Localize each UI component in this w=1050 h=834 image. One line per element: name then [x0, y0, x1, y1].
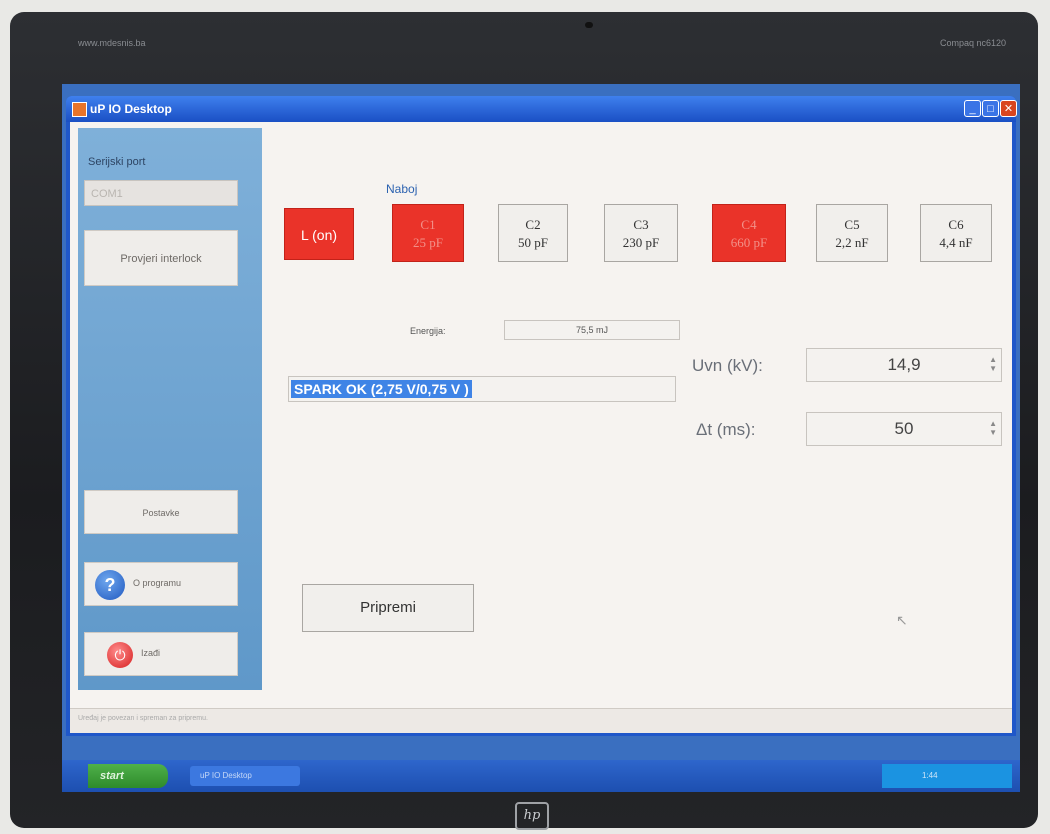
- status-message: SPARK OK (2,75 V/0,75 V ): [291, 380, 472, 398]
- capacitor-c6-button[interactable]: C6 4,4 nF: [920, 204, 992, 262]
- window-title: uP IO Desktop: [90, 102, 172, 116]
- app-window: uP IO Desktop _ □ ✕ Serijski port COM1 P…: [66, 96, 1017, 736]
- mouse-cursor-icon: ↖: [896, 612, 908, 628]
- uvn-value: 14,9: [887, 355, 921, 374]
- exit-button-label: Izađi: [141, 648, 161, 658]
- energy-value: 75,5 mJ: [504, 320, 680, 340]
- maximize-button[interactable]: □: [982, 100, 999, 117]
- spinner-arrows-icon[interactable]: ▲ ▼: [989, 355, 997, 373]
- status-field[interactable]: SPARK OK (2,75 V/0,75 V ): [288, 376, 676, 402]
- capacitor-value: 25 pF: [413, 235, 443, 250]
- capacitor-value: 2,2 nF: [835, 235, 869, 250]
- charge-label: Naboj: [386, 182, 418, 196]
- serial-port-field[interactable]: COM1: [84, 180, 238, 206]
- system-tray[interactable]: 1:44: [882, 764, 1012, 788]
- capacitor-name: C2: [525, 217, 541, 232]
- capacitor-name: C6: [948, 217, 964, 232]
- client-area: Serijski port COM1 Provjeri interlock Po…: [70, 122, 1012, 733]
- title-bar[interactable]: uP IO Desktop _ □ ✕: [66, 96, 1017, 122]
- status-bar-text: Uređaj je povezan i spreman za pripremu.: [78, 715, 208, 722]
- hp-logo: hp: [515, 802, 549, 830]
- capacitor-name: C3: [633, 217, 649, 232]
- dt-label: Δt (ms):: [696, 420, 756, 439]
- uvn-label: Uvn (kV):: [692, 356, 763, 375]
- uvn-spinner[interactable]: 14,9 ▲ ▼: [806, 348, 1002, 382]
- capacitor-name: C4: [741, 217, 757, 232]
- spinner-arrows-icon[interactable]: ▲ ▼: [989, 419, 997, 437]
- dt-spinner[interactable]: 50 ▲ ▼: [806, 412, 1002, 446]
- screen: uP IO Desktop _ □ ✕ Serijski port COM1 P…: [62, 84, 1020, 792]
- check-interlock-button[interactable]: Provjeri interlock: [84, 230, 238, 286]
- status-bar: Uređaj je povezan i spreman za pripremu.: [70, 708, 1012, 733]
- capacitor-c3-button[interactable]: C3 230 pF: [604, 204, 678, 262]
- capacitor-c5-button[interactable]: C5 2,2 nF: [816, 204, 888, 262]
- settings-button[interactable]: Postavke: [84, 490, 238, 534]
- minimize-button[interactable]: _: [964, 100, 981, 117]
- capacitor-value: 4,4 nF: [939, 235, 973, 250]
- start-button[interactable]: start: [88, 764, 168, 788]
- bezel-model-label: Compaq nc6120: [940, 38, 1007, 48]
- app-icon: [72, 102, 87, 117]
- capacitor-value: 50 pF: [518, 235, 548, 250]
- power-icon: ⏻: [107, 642, 133, 668]
- capacitor-c1-button[interactable]: C1 25 pF: [392, 204, 464, 262]
- capacitor-c2-button[interactable]: C2 50 pF: [498, 204, 568, 262]
- capacitor-name: C1: [420, 217, 436, 232]
- help-icon: ?: [95, 570, 125, 600]
- l-toggle-button[interactable]: L (on): [284, 208, 354, 260]
- close-button[interactable]: ✕: [1000, 100, 1017, 117]
- capacitor-value: 660 pF: [730, 235, 768, 250]
- taskbar: start uP IO Desktop 1:44: [62, 760, 1020, 792]
- about-button[interactable]: ? O programu: [84, 562, 238, 606]
- taskbar-item-app[interactable]: uP IO Desktop: [190, 766, 300, 786]
- about-button-label: O programu: [133, 578, 182, 588]
- capacitor-c4-button[interactable]: C4 660 pF: [712, 204, 786, 262]
- prepare-button[interactable]: Pripremi: [302, 584, 474, 632]
- webcam: [585, 22, 593, 28]
- monitor-bezel: www.mdesnis.ba Compaq nc6120 uP IO Deskt…: [10, 12, 1038, 830]
- energy-label: Energija:: [410, 326, 446, 336]
- sidebar: Serijski port COM1 Provjeri interlock Po…: [78, 128, 262, 690]
- capacitor-name: C5: [844, 217, 860, 232]
- capacitor-value: 230 pF: [622, 235, 660, 250]
- exit-button[interactable]: ⏻ Izađi: [84, 632, 238, 676]
- serial-port-label: Serijski port: [88, 156, 146, 168]
- dt-value: 50: [894, 419, 914, 438]
- bezel-url-label: www.mdesnis.ba: [78, 38, 146, 48]
